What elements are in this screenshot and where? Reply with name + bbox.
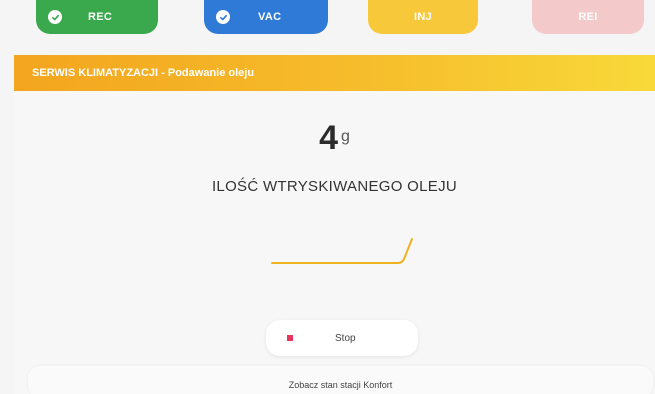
station-status-link-label: Zobacz stan stacji Konfort	[288, 380, 393, 390]
oil-amount-value: 4	[319, 119, 338, 157]
check-icon	[48, 10, 62, 24]
step-label: REI	[578, 11, 598, 23]
main-panel: 4g ILOŚĆ WTRYSKIWANEGO OLEJU Stop Zobacz…	[14, 91, 655, 394]
step-rei[interactable]: REI	[532, 0, 644, 34]
stop-button[interactable]: Stop	[266, 320, 418, 356]
step-label: INJ	[413, 11, 433, 23]
step-inj[interactable]: INJ	[368, 0, 478, 34]
section-title: SERWIS KLIMATYZACJI - Podawanie oleju	[32, 67, 255, 79]
step-vac[interactable]: VAC	[204, 0, 328, 34]
stop-square-icon	[287, 335, 293, 341]
step-label: VAC	[258, 11, 282, 23]
injection-progress-indicator	[271, 238, 413, 264]
process-steps: REC VAC INJ REI	[0, 0, 655, 40]
step-label: REC	[88, 11, 113, 23]
section-header: SERWIS KLIMATYZACJI - Podawanie oleju	[14, 55, 655, 91]
oil-amount-unit: g	[341, 128, 350, 145]
oil-amount-label: ILOŚĆ WTRYSKIWANEGO OLEJU	[211, 178, 458, 195]
oil-injection-screen: REC VAC INJ REI SERWIS KLIMATYZACJI - Po…	[0, 0, 655, 394]
check-icon	[216, 10, 230, 24]
stop-button-label: Stop	[335, 332, 356, 344]
step-rec[interactable]: REC	[36, 0, 158, 34]
injected-oil-readout: 4g	[14, 119, 655, 158]
station-status-link[interactable]: Zobacz stan stacji Konfort	[28, 366, 653, 394]
